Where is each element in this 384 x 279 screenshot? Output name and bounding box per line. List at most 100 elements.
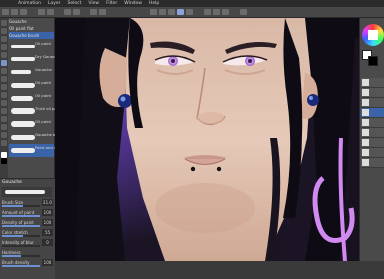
menu-item-window[interactable]: Window (124, 0, 142, 7)
eraser-icon[interactable] (1, 76, 7, 82)
brush-label: Oil paint (35, 93, 51, 98)
brush-stroke-preview (11, 96, 33, 101)
transform-icon[interactable] (73, 9, 80, 15)
layer-row[interactable] (361, 78, 384, 88)
draw-color-icon[interactable] (204, 9, 211, 15)
property-row-hardness[interactable]: Hardness (2, 249, 53, 258)
property-row-blur[interactable]: Intensity of blur 0 (2, 239, 53, 248)
menu-item-filter[interactable]: Filter (106, 0, 117, 7)
ruler-icon[interactable] (1, 132, 7, 138)
correct-line-icon[interactable] (1, 140, 7, 146)
slider-track[interactable] (2, 235, 40, 237)
blend-icon[interactable] (1, 84, 7, 90)
brush-list: Oil paint Dry Gouache Gouache Oil paint … (9, 40, 68, 158)
brush-stroke-preview (11, 70, 31, 74)
brush-item[interactable]: Oil paint (9, 40, 54, 53)
slider-track[interactable] (2, 215, 40, 217)
open-file-icon[interactable] (11, 9, 18, 15)
color-square[interactable] (368, 30, 378, 40)
eyedropper-icon[interactable] (1, 44, 7, 50)
menu-item-view[interactable]: View (88, 0, 99, 7)
brush-item[interactable]: Oil paint (9, 92, 54, 105)
new-file-icon[interactable] (2, 9, 9, 15)
color-wheel[interactable] (362, 24, 384, 46)
menu-item-animation[interactable]: Animation (18, 0, 41, 7)
layer-row[interactable] (361, 128, 384, 138)
brush-item-selected[interactable]: Paint and water (9, 144, 65, 157)
fill-icon[interactable] (1, 92, 7, 98)
property-row-brush-density[interactable]: Brush density 100 (2, 259, 53, 268)
subtool-tab-3[interactable]: Gouache brush (9, 32, 54, 39)
figure-icon[interactable] (1, 108, 7, 114)
grid-snap-icon[interactable] (168, 9, 175, 15)
slider-track[interactable] (2, 255, 40, 257)
brush-item[interactable]: Oil paint (9, 79, 54, 92)
snap-icon[interactable] (150, 9, 157, 15)
drawing-canvas[interactable] (55, 18, 359, 261)
color-layer-panel (359, 18, 384, 261)
slider-track[interactable] (2, 225, 40, 227)
brush-stroke-preview (11, 135, 35, 140)
brush-label: Oil paint (35, 41, 51, 46)
slider-track[interactable] (2, 265, 40, 267)
sub-color-swatch-right[interactable] (368, 56, 378, 66)
property-row-brush-size[interactable]: Brush Size 21.0 (2, 199, 53, 208)
save-icon[interactable] (20, 9, 27, 15)
brush-item[interactable]: Oil paint (9, 118, 54, 131)
layer-icon[interactable] (240, 9, 247, 15)
slider-track[interactable] (2, 205, 40, 207)
subtool-tab-1[interactable]: Gouache (9, 18, 54, 25)
property-header: Gouache (2, 180, 22, 185)
move-icon[interactable] (1, 28, 7, 34)
slider-track[interactable] (2, 245, 40, 247)
brush-item[interactable]: Dry Gouache (9, 53, 60, 66)
ruler-snap-icon[interactable] (159, 9, 166, 15)
brush-label: Gouache (35, 67, 52, 72)
brush-preview (2, 187, 52, 197)
brush-stroke-preview (11, 57, 35, 61)
undo-icon[interactable] (38, 9, 45, 15)
menu-bar: Animation Layer Select View Filter Windo… (0, 0, 384, 7)
brush-tool-icon[interactable] (1, 60, 7, 66)
redo-icon[interactable] (47, 9, 54, 15)
property-row-color-stretch[interactable]: Color stretch 55 (2, 229, 53, 238)
brush-stroke-preview (11, 45, 35, 48)
brush-stroke-preview (11, 108, 35, 114)
deselect-icon[interactable] (90, 9, 97, 15)
select-icon[interactable] (1, 36, 7, 42)
menu-item-help[interactable]: Help (149, 0, 159, 7)
layer-row[interactable] (361, 158, 384, 168)
brush-item[interactable]: Gouache (9, 66, 54, 79)
layer-row-selected[interactable] (361, 108, 384, 118)
clear-icon[interactable] (64, 9, 71, 15)
menu-item-select[interactable]: Select (68, 0, 82, 7)
airbrush-icon[interactable] (1, 68, 7, 74)
magnifier-icon[interactable] (1, 20, 7, 26)
brush-label: Oil paint (35, 80, 51, 85)
layer-row[interactable] (361, 118, 384, 128)
tool-panel: Gouache Oil paint flat Gouache brush Oil… (0, 18, 68, 279)
tool-property-panel: Gouache Brush Size 21.0 Amount of paint … (0, 178, 55, 279)
perspective-snap-icon[interactable] (177, 9, 184, 15)
sub-color-swatch[interactable] (1, 158, 7, 164)
transparent-color-icon[interactable] (213, 9, 220, 15)
text-icon[interactable] (1, 116, 7, 122)
property-row-density[interactable]: Density of paint 100 (2, 219, 53, 228)
brush-stroke-preview (11, 121, 35, 127)
gradient-icon[interactable] (1, 100, 7, 106)
brush-item[interactable]: Thick oil paint (9, 105, 62, 118)
property-row-amount[interactable]: Amount of paint 100 (2, 209, 53, 218)
layer-row[interactable] (361, 98, 384, 108)
menu-item-layer[interactable]: Layer (48, 0, 61, 7)
special-ruler-icon[interactable] (186, 9, 193, 15)
brush-icon[interactable] (222, 9, 229, 15)
artwork (55, 18, 359, 261)
layer-row[interactable] (361, 138, 384, 148)
pen-icon[interactable] (1, 52, 7, 58)
subtool-tab-2[interactable]: Oil paint flat (9, 25, 54, 32)
balloon-icon[interactable] (1, 124, 7, 130)
brush-item[interactable]: Gouache blender (9, 131, 68, 144)
layer-row[interactable] (361, 148, 384, 158)
layer-row[interactable] (361, 88, 384, 98)
crop-icon[interactable] (99, 9, 106, 15)
